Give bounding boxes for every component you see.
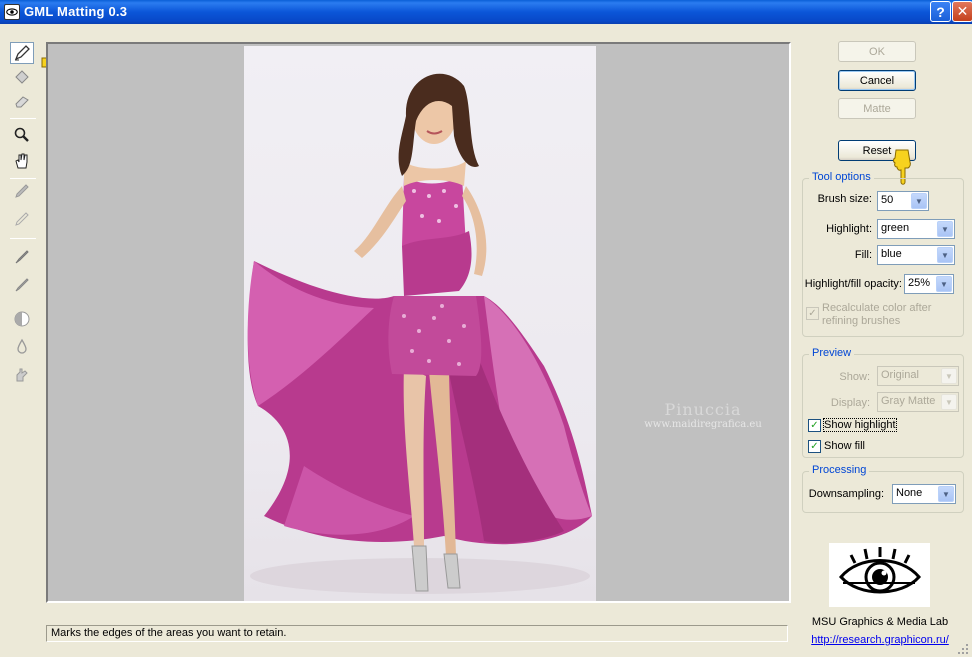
magnifier-icon[interactable] <box>10 124 34 146</box>
watermark: Pinuccia www.maidiregrafica.eu <box>628 400 778 430</box>
show-highlight-checkbox[interactable]: ✓ <box>808 419 821 432</box>
brush-small-icon[interactable] <box>10 274 34 296</box>
fill-select[interactable]: blue ▼ <box>877 245 955 265</box>
paint-bucket-icon[interactable] <box>10 66 34 88</box>
recalc-label: Recalculate color after refining brushes <box>822 302 962 328</box>
app-eye-icon <box>4 4 20 20</box>
chevron-down-icon[interactable]: ▼ <box>937 221 953 237</box>
watermark-url: www.maidiregrafica.eu <box>644 419 762 430</box>
show-select[interactable]: Original ▼ <box>877 366 959 386</box>
pencil-icon[interactable] <box>10 180 34 202</box>
cancel-button[interactable]: Cancel <box>838 70 916 91</box>
status-bar: Marks the edges of the areas you want to… <box>46 625 788 642</box>
hand-icon[interactable] <box>10 150 34 172</box>
matte-button[interactable]: Matte <box>838 98 916 119</box>
show-fill-label[interactable]: Show fill <box>824 440 865 452</box>
show-value: Original <box>881 369 919 381</box>
tool-options-title: Tool options <box>809 171 874 183</box>
highlight-select[interactable]: green ▼ <box>877 219 955 239</box>
display-select[interactable]: Gray Matte ▼ <box>877 392 959 412</box>
brush-size-select[interactable]: 50 ▼ <box>877 191 929 211</box>
pencil-faded-icon[interactable] <box>10 208 34 230</box>
show-fill-checkbox[interactable]: ✓ <box>808 440 821 453</box>
ok-button[interactable]: OK <box>838 41 916 62</box>
chevron-down-icon[interactable]: ▼ <box>911 193 927 209</box>
preview-title: Preview <box>809 347 855 359</box>
show-label: Show: <box>839 371 870 383</box>
eraser-icon[interactable] <box>10 90 34 112</box>
recalc-label-line2: refining brushes <box>822 315 901 327</box>
recalc-checkbox[interactable]: ✓ <box>806 307 819 320</box>
show-highlight-label[interactable]: Show highlight <box>823 418 897 432</box>
smudge-icon[interactable] <box>10 364 34 386</box>
woman-in-pink-gown-image <box>247 73 592 594</box>
image-canvas[interactable]: Pinuccia www.maidiregrafica.eu <box>46 42 791 603</box>
watermark-name: Pinuccia <box>664 400 742 419</box>
fill-label: Fill: <box>854 249 872 261</box>
lab-name: MSU Graphics & Media Lab <box>811 616 949 628</box>
chevron-down-icon[interactable]: ▼ <box>941 394 957 410</box>
brush-size-value: 50 <box>881 194 894 206</box>
opacity-value: 25% <box>908 277 931 289</box>
chevron-down-icon[interactable]: ▼ <box>937 247 953 263</box>
window-title: GML Matting 0.3 <box>24 4 128 19</box>
opacity-select[interactable]: 25% ▼ <box>904 274 954 294</box>
downsampling-value: None <box>896 487 923 499</box>
tool-palette <box>6 40 38 390</box>
chevron-down-icon[interactable]: ▼ <box>941 368 957 384</box>
brush-size-label: Brush size: <box>817 193 872 205</box>
msu-eye-logo <box>829 543 930 607</box>
display-label: Display: <box>830 397 870 409</box>
lab-url-link[interactable]: http://research.graphicon.ru/ <box>810 634 950 646</box>
highlight-value: green <box>881 222 910 234</box>
title-bar: GML Matting 0.3 ? ✕ <box>0 0 972 24</box>
downsampling-label: Downsampling: <box>808 488 884 500</box>
display-value: Gray Matte <box>881 395 936 407</box>
processing-title: Processing <box>809 464 870 476</box>
half-circle-icon[interactable] <box>10 308 34 330</box>
downsampling-select[interactable]: None ▼ <box>892 484 956 504</box>
photo-preview[interactable] <box>244 46 596 601</box>
highlight-label: Highlight: <box>826 223 872 235</box>
marker-pen-icon[interactable] <box>10 42 34 64</box>
brush-icon[interactable] <box>10 246 34 268</box>
close-button[interactable]: ✕ <box>952 1 972 22</box>
resize-grip-icon[interactable] <box>956 642 970 656</box>
chevron-down-icon[interactable]: ▼ <box>938 486 954 502</box>
chevron-down-icon[interactable]: ▼ <box>936 276 952 292</box>
recalc-label-line1: Recalculate color after <box>822 302 932 314</box>
fill-value: blue <box>881 248 902 260</box>
help-button[interactable]: ? <box>930 1 951 22</box>
drop-icon[interactable] <box>10 336 34 358</box>
opacity-label: Highlight/fill opacity: <box>804 278 902 290</box>
